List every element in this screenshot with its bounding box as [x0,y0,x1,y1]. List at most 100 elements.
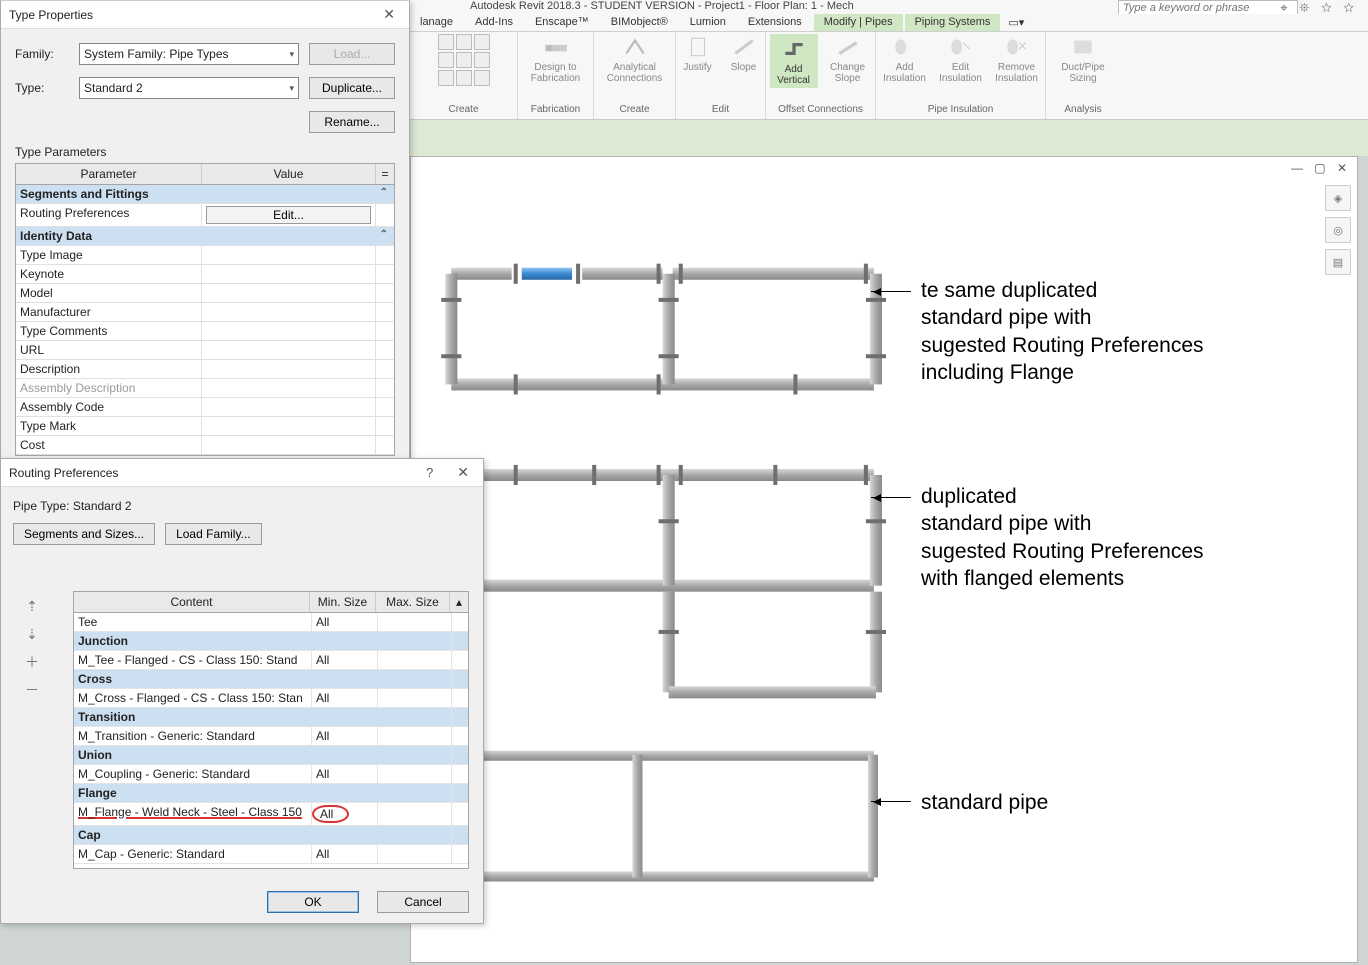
ribbon-collapse-icon[interactable]: ▭▾ [1002,14,1030,31]
analytical-icon [622,34,648,60]
slope-button[interactable]: Slope [724,34,764,73]
create-tool-grid[interactable] [438,34,490,86]
parameter-row[interactable]: Description [16,360,394,379]
remove-insulation-icon [1004,34,1030,60]
parameter-row[interactable]: Keynote [16,265,394,284]
remove-row-icon[interactable]: － [21,679,43,701]
parameter-row[interactable]: Model [16,284,394,303]
justify-button[interactable]: Justify [678,34,718,73]
app-title: Autodesk Revit 2018.3 - STUDENT VERSION … [470,0,854,12]
tab-manage[interactable]: lanage [410,14,463,31]
tab-enscape[interactable]: Enscape™ [525,14,599,31]
tab-addins[interactable]: Add-Ins [465,14,523,31]
tab-piping-systems[interactable]: Piping Systems [905,14,1001,31]
parameter-row[interactable]: Type Image [16,246,394,265]
help-icon[interactable]: ? [426,465,433,480]
routing-section-header[interactable]: Union [74,746,468,765]
type-parameters-grid[interactable]: Parameter Value = Segments and Fittings⌃… [15,163,395,456]
column-min-size[interactable]: Min. Size [310,592,376,612]
change-slope-button[interactable]: Change Slope [824,34,872,84]
column-content[interactable]: Content [74,592,310,612]
rename-button[interactable]: Rename... [309,111,395,133]
design-to-fabrication-button[interactable]: Design to Fabrication [531,34,581,84]
column-equals[interactable]: = [376,164,394,184]
segments-and-sizes-button[interactable]: Segments and Sizes... [13,523,155,545]
routing-row[interactable]: M_Cap - Generic: StandardAll [74,845,468,864]
annotation-text: duplicated standard pipe with sugested R… [921,483,1204,592]
add-vertical-button[interactable]: Add Vertical [770,34,818,88]
add-insulation-icon [892,34,918,60]
type-properties-dialog: Type Properties ✕ Family: System Family:… [0,0,410,465]
annotation-arrow [871,291,911,292]
type-label: Type: [15,81,69,95]
routing-row[interactable]: M_Tee - Flanged - CS - Class 150: StandA… [74,651,468,670]
nav-bar-icon[interactable]: ▤ [1325,249,1351,275]
tab-bimobject[interactable]: BIMobject® [601,14,678,31]
routing-row[interactable]: M_Flange - Weld Neck - Steel - Class 150… [74,803,468,826]
routing-section-header[interactable]: Cross [74,670,468,689]
routing-section-header[interactable]: Flange [74,784,468,803]
parameter-row[interactable]: Type Comments [16,322,394,341]
type-parameters-label: Type Parameters [15,145,395,159]
routing-preferences-dialog: Routing Preferences ? ✕ Pipe Type: Stand… [0,458,484,924]
dialog-titlebar[interactable]: Type Properties ✕ [1,1,409,29]
panel-edit: Justify Slope Edit [676,32,766,119]
cancel-button[interactable]: Cancel [377,891,469,913]
routing-row[interactable]: M_Coupling - Generic: StandardAll [74,765,468,784]
load-family-button[interactable]: Load Family... [165,523,261,545]
column-value[interactable]: Value [202,164,376,184]
view-window-controls[interactable]: — ▢ ✕ [1291,161,1351,175]
edit-routing-preferences-button[interactable]: Edit... [206,206,371,224]
routing-row[interactable]: M_Transition - Generic: StandardAll [74,727,468,746]
tab-modify-pipes[interactable]: Modify | Pipes [814,14,903,31]
pipe-drawing [411,157,1357,962]
routing-section-header[interactable]: Cap [74,826,468,845]
viewcube-icon[interactable]: ◈ [1325,185,1351,211]
panel-label: Create [619,104,649,117]
routing-row[interactable]: TeeAll [74,613,468,632]
routing-section-header[interactable]: Transition [74,708,468,727]
parameter-row[interactable]: Assembly Code [16,398,394,417]
panel-label: Create [448,104,478,117]
move-down-icon[interactable]: ⇣ [21,623,43,645]
parameter-row[interactable]: Assembly Description [16,379,394,398]
panel-create: Create [410,32,518,119]
type-select[interactable]: Standard 2▾ [79,77,299,99]
routing-row[interactable]: M_Cross - Flanged - CS - Class 150: Stan… [74,689,468,708]
ribbon-panels: Create Design to Fabrication Fabrication… [410,32,1368,120]
annotation-arrow [871,801,911,802]
options-bar [410,120,1368,156]
routing-section-header[interactable]: Junction [74,632,468,651]
ok-button[interactable]: OK [267,891,359,913]
edit-insulation-button[interactable]: Edit Insulation [936,34,986,84]
column-parameter[interactable]: Parameter [16,164,202,184]
remove-insulation-button[interactable]: Remove Insulation [992,34,1042,84]
sizing-icon [1070,34,1096,60]
duplicate-button[interactable]: Duplicate... [309,77,395,99]
parameter-row[interactable]: URL [16,341,394,360]
navigation-widgets: ◈ ◎ ▤ [1325,185,1351,281]
parameter-row[interactable]: Manufacturer [16,303,394,322]
duct-pipe-sizing-button[interactable]: Duct/Pipe Sizing [1058,34,1108,84]
move-up-icon[interactable]: ⇡ [21,595,43,617]
parameter-row[interactable]: Cost [16,436,394,455]
dialog-titlebar[interactable]: Routing Preferences ? ✕ [1,459,483,487]
close-icon[interactable]: ✕ [451,464,475,481]
analytical-connections-button[interactable]: Analytical Connections [610,34,660,84]
panel-create2: Analytical Connections Create [594,32,676,119]
close-icon[interactable]: ✕ [377,6,401,23]
parameter-row[interactable]: Type Mark [16,417,394,436]
panel-analysis: Duct/Pipe Sizing Analysis [1046,32,1120,119]
parameter-section-header[interactable]: Identity Data⌃ [16,227,394,246]
tab-extensions[interactable]: Extensions [738,14,812,31]
steering-wheel-icon[interactable]: ◎ [1325,217,1351,243]
add-row-icon[interactable]: ＋ [21,651,43,673]
parameter-section-header[interactable]: Segments and Fittings⌃ [16,185,394,204]
column-max-size[interactable]: Max. Size [376,592,450,612]
routing-preferences-grid[interactable]: Content Min. Size Max. Size ▴ TeeAllJunc… [73,591,469,869]
parameter-row[interactable]: Routing PreferencesEdit... [16,204,394,227]
drawing-canvas[interactable]: — ▢ ✕ ◈ ◎ ▤ [410,156,1358,963]
add-insulation-button[interactable]: Add Insulation [880,34,930,84]
tab-lumion[interactable]: Lumion [680,14,736,31]
family-select[interactable]: System Family: Pipe Types▾ [79,43,299,65]
